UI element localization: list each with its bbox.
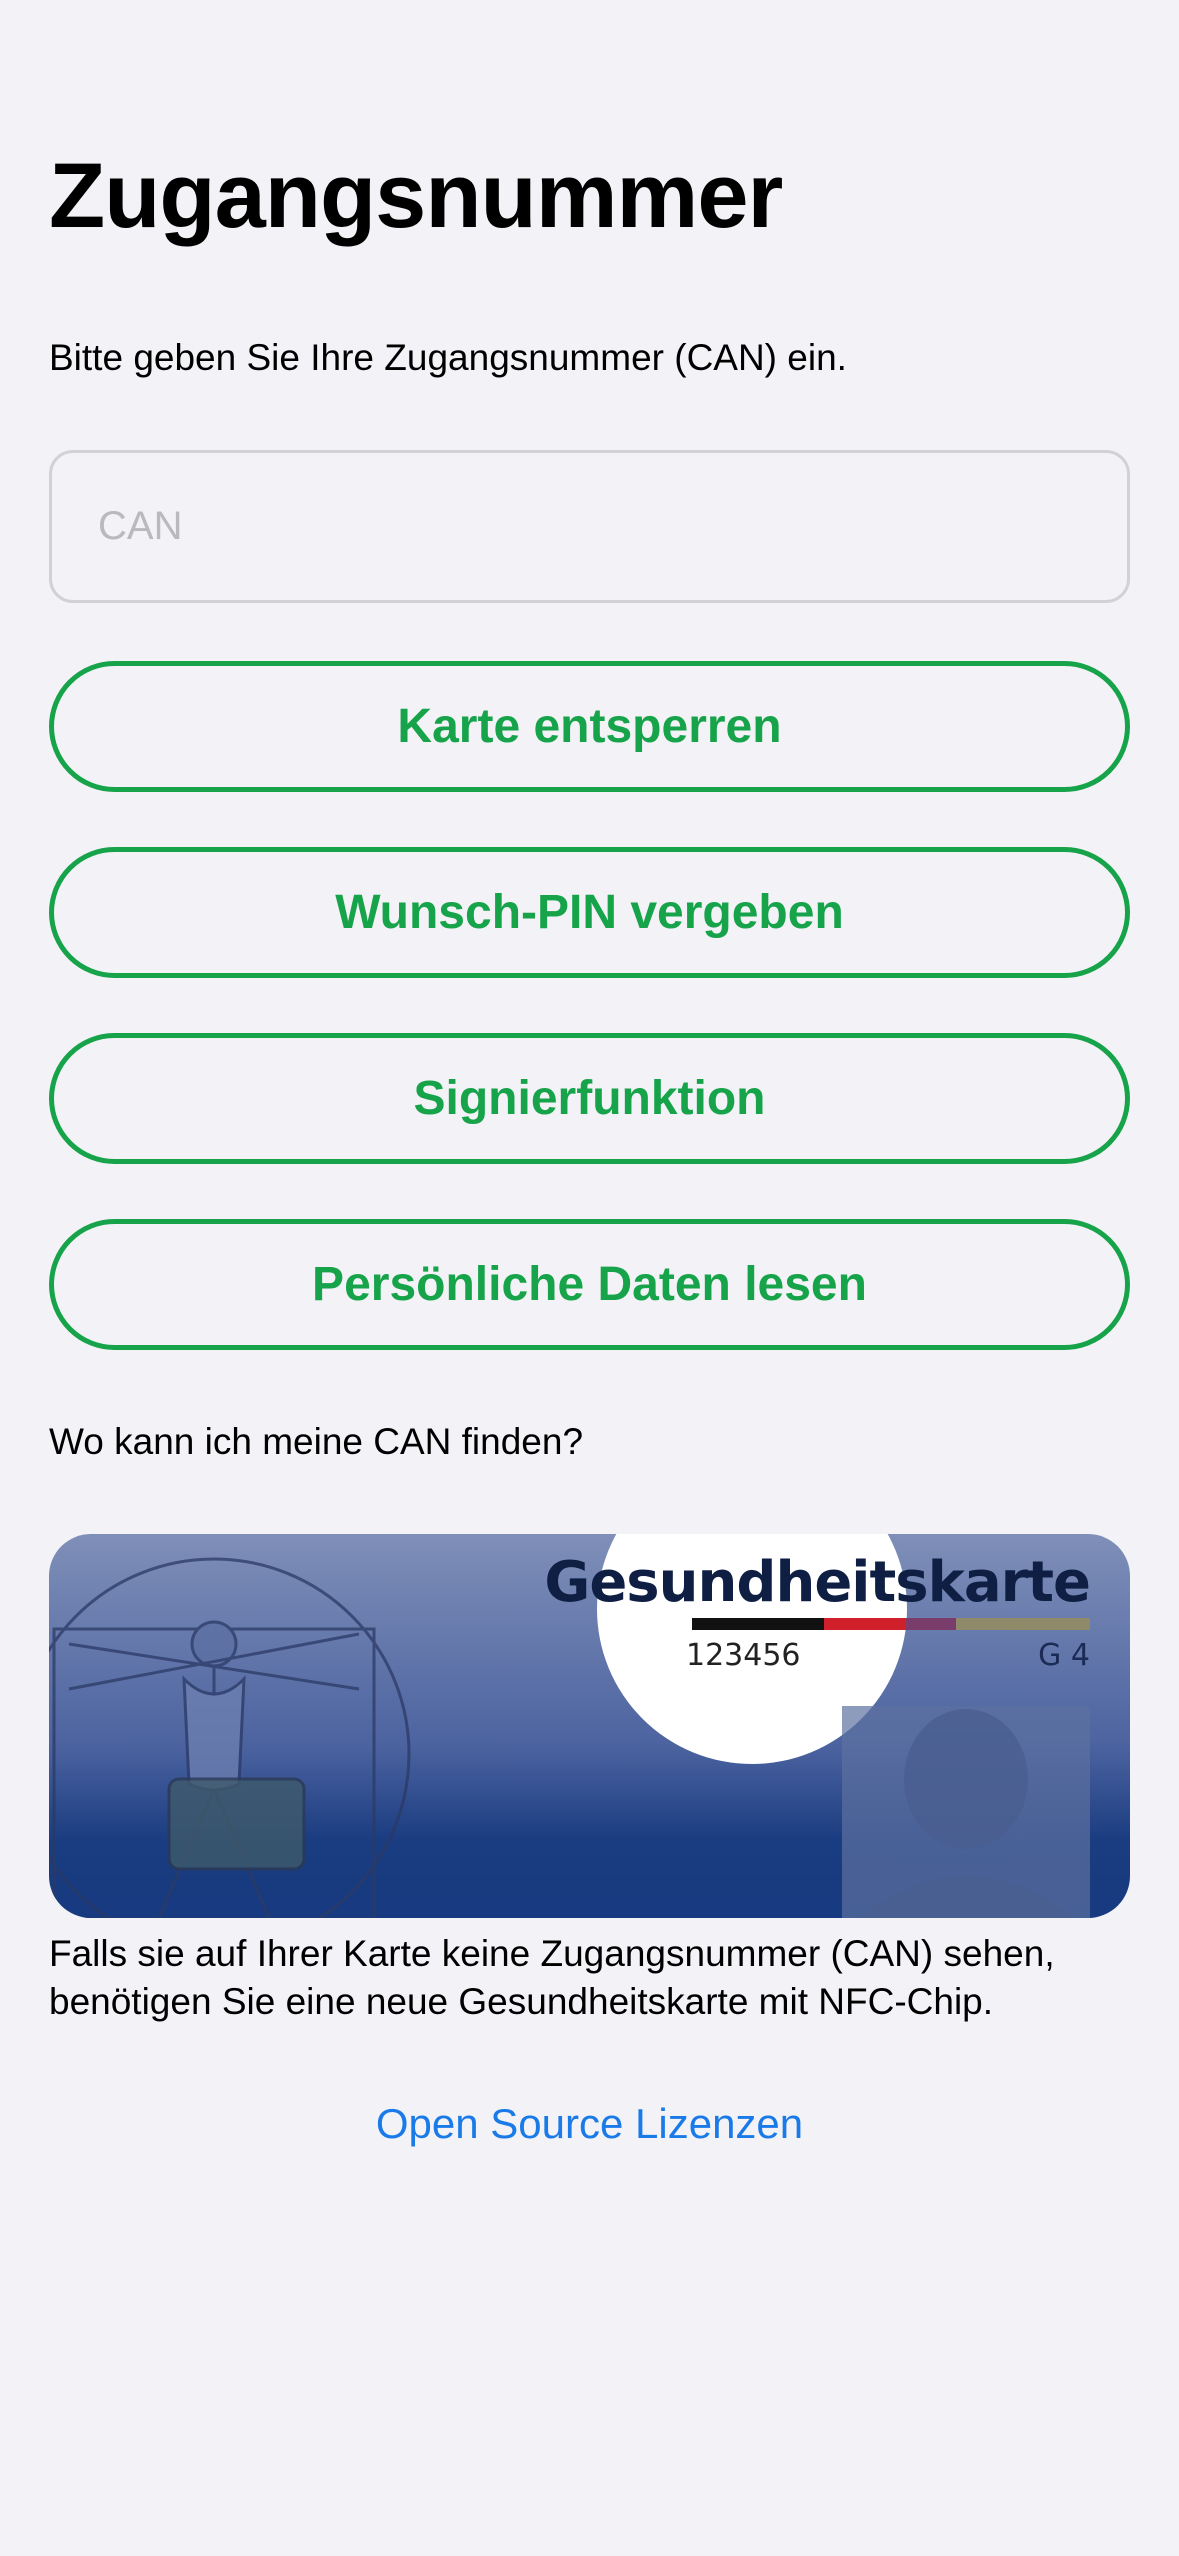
can-help-question: Wo kann ich meine CAN finden?	[49, 1421, 584, 1462]
card-chip	[167, 1777, 306, 1871]
card-version: G 4	[1038, 1638, 1090, 1673]
can-help-hint: Falls sie auf Ihrer Karte keine Zugangsn…	[49, 1933, 1055, 2022]
can-input[interactable]	[49, 450, 1130, 603]
unlock-card-button[interactable]: Karte entsperren	[49, 661, 1130, 792]
set-pin-button[interactable]: Wunsch-PIN vergeben	[49, 847, 1130, 978]
open-source-licenses-link[interactable]: Open Source Lizenzen	[0, 2100, 1179, 2148]
card-can-number: 123456	[686, 1638, 801, 1673]
can-entry-screen: Zugangsnummer Bitte geben Sie Ihre Zugan…	[0, 0, 1179, 2556]
health-card-illustration: Gesundheitskarte 123456 G 4	[49, 1534, 1130, 1918]
card-title: Gesundheitskarte	[544, 1550, 1091, 1615]
read-personal-data-button[interactable]: Persönliche Daten lesen	[49, 1219, 1130, 1350]
page-subtitle: Bitte geben Sie Ihre Zugangsnummer (CAN)…	[49, 337, 847, 378]
sign-function-button[interactable]: Signierfunktion	[49, 1033, 1130, 1164]
page-title: Zugangsnummer	[49, 145, 783, 247]
